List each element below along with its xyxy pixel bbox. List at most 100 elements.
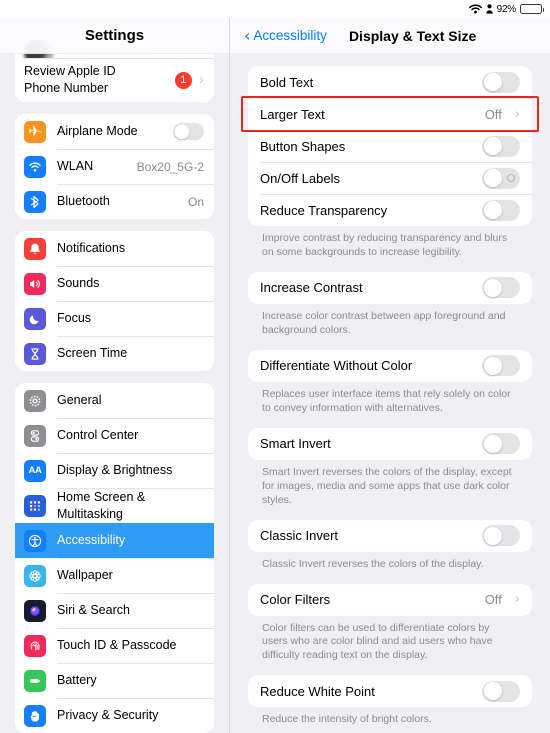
toggle-switch[interactable] bbox=[482, 71, 520, 93]
toggle-switch[interactable] bbox=[482, 680, 520, 702]
sidebar-item-label: General bbox=[57, 393, 102, 408]
sidebar-scroll-area[interactable]: Review Apple ID Phone Number 1 › Airplan… bbox=[0, 40, 229, 733]
sidebar-item-label: Notifications bbox=[57, 241, 126, 256]
setting-row-smart-invert[interactable]: Smart Invert bbox=[248, 428, 532, 460]
setting-row-classic-invert[interactable]: Classic Invert bbox=[248, 520, 532, 552]
sidebar-header: Settings bbox=[0, 18, 229, 54]
sidebar-item-value: Box20_5G-2 bbox=[136, 159, 204, 174]
sidebar-item-sounds[interactable]: Sounds bbox=[15, 266, 214, 301]
toggle-switch[interactable] bbox=[482, 433, 520, 455]
setting-value: Off bbox=[484, 106, 502, 122]
toggle-knob bbox=[483, 169, 502, 187]
settings-group: Reduce White Point bbox=[248, 675, 532, 708]
chevron-right-icon: › bbox=[514, 592, 520, 608]
wallpaper-icon bbox=[24, 564, 46, 587]
settings-group: Bold Text Larger Text Off › Button Shapes On/… bbox=[248, 66, 532, 226]
chevron-right-icon: › bbox=[198, 72, 204, 88]
setting-label: Button Shapes bbox=[260, 138, 346, 154]
sidebar-item-focus[interactable]: Focus bbox=[15, 301, 214, 336]
settings-group: Color Filters Off › bbox=[248, 583, 532, 616]
sidebar-title: Settings bbox=[84, 27, 145, 44]
chevron-left-icon: ‹ bbox=[244, 25, 251, 45]
setting-row-reduce-white-point[interactable]: Reduce White Point bbox=[248, 675, 532, 707]
settings-group: Classic Invert bbox=[248, 519, 532, 552]
setting-label: Classic Invert bbox=[260, 528, 339, 544]
sidebar-item-touch-id-passcode[interactable]: Touch ID & Passcode bbox=[15, 628, 214, 663]
settings-group: Increase Contrast bbox=[248, 271, 532, 304]
setting-row-color-filters[interactable]: Color Filters Off › bbox=[248, 584, 532, 616]
sidebar-item-notifications[interactable]: Notifications bbox=[15, 231, 214, 266]
setting-row-on-off-labels[interactable]: On/Off Labels bbox=[248, 162, 532, 194]
notification-badge: 1 bbox=[174, 71, 192, 89]
setting-label: On/Off Labels bbox=[260, 170, 340, 186]
touch-id-icon bbox=[24, 634, 46, 657]
review-apple-id-row[interactable]: Review Apple ID Phone Number 1 › bbox=[15, 58, 214, 102]
sidebar-item-siri-search[interactable]: Siri & Search bbox=[15, 593, 214, 628]
control-center-icon bbox=[24, 424, 46, 447]
back-button-label: Accessibility bbox=[253, 28, 327, 43]
toggle-switch[interactable] bbox=[482, 167, 520, 189]
setting-row-increase-contrast[interactable]: Increase Contrast bbox=[248, 272, 532, 304]
person-icon bbox=[485, 4, 493, 14]
home-screen-icon bbox=[24, 494, 46, 517]
setting-label: Larger Text bbox=[260, 106, 325, 122]
section-footnote: Increase color contrast between app fore… bbox=[262, 309, 506, 336]
ipad-settings-screen: 92% Settings Review Apple ID Phone Numbe… bbox=[0, 0, 550, 733]
sidebar-item-label: Touch ID & Passcode bbox=[57, 638, 177, 653]
toggle-knob bbox=[174, 124, 189, 139]
setting-row-differentiate-without-color[interactable]: Differentiate Without Color bbox=[248, 350, 532, 382]
sidebar-item-general[interactable]: General bbox=[15, 383, 214, 418]
toggle-switch[interactable] bbox=[482, 135, 520, 157]
sidebar-item-privacy-security[interactable]: Privacy & Security bbox=[15, 698, 214, 733]
page-title: Display & Text Size bbox=[348, 27, 477, 44]
sidebar-item-display-brightness[interactable]: AA Display & Brightness bbox=[15, 453, 214, 488]
sidebar-item-wallpaper[interactable]: Wallpaper bbox=[15, 558, 214, 593]
toggle-switch[interactable] bbox=[482, 199, 520, 221]
setting-row-button-shapes[interactable]: Button Shapes bbox=[248, 130, 532, 162]
sidebar-item-home-screen-multitasking[interactable]: Home Screen & Multitasking bbox=[15, 488, 214, 523]
battery-icon bbox=[520, 4, 544, 14]
sidebar-item-value: On bbox=[187, 194, 204, 209]
sidebar-item-battery[interactable]: Battery bbox=[15, 663, 214, 698]
setting-label: Reduce White Point bbox=[260, 683, 375, 699]
sidebar-item-label: Airplane Mode bbox=[57, 124, 138, 139]
section-footnote: Reduce the intensity of bright colors. bbox=[262, 713, 432, 726]
chevron-right-icon: › bbox=[514, 106, 520, 122]
sidebar-groups[interactable]: Airplane Mode WLAN Box20_5G-2 Bluetooth On No… bbox=[15, 114, 214, 733]
settings-sidebar[interactable]: Settings Review Apple ID Phone Number 1 bbox=[0, 18, 230, 733]
toggle-switch[interactable] bbox=[482, 277, 520, 299]
sidebar-item-control-center[interactable]: Control Center bbox=[15, 418, 214, 453]
sidebar-item-bluetooth[interactable]: Bluetooth On bbox=[15, 184, 214, 219]
toggle-switch[interactable] bbox=[482, 525, 520, 547]
sidebar-item-label: Siri & Search bbox=[57, 603, 130, 618]
sidebar-item-wlan[interactable]: WLAN Box20_5G-2 bbox=[15, 149, 214, 184]
detail-header: ‹ Accessibility Display & Text Size bbox=[230, 18, 550, 54]
sidebar-item-accessibility[interactable]: Accessibility bbox=[15, 523, 214, 558]
setting-row-bold-text[interactable]: Bold Text bbox=[248, 66, 532, 98]
setting-row-reduce-transparency[interactable]: Reduce Transparency bbox=[248, 194, 532, 226]
toggle-knob bbox=[483, 434, 502, 453]
toggle-knob bbox=[483, 278, 502, 297]
setting-row-larger-text[interactable]: Larger Text Off › bbox=[248, 98, 532, 130]
sidebar-item-label: Display & Brightness bbox=[57, 463, 173, 478]
bell-icon bbox=[24, 237, 46, 260]
sidebar-group: Notifications Sounds Focus Screen Time bbox=[15, 231, 214, 371]
off-label-icon bbox=[507, 174, 515, 182]
settings-list[interactable]: Bold Text Larger Text Off › Button Shapes On/… bbox=[230, 54, 550, 733]
back-button[interactable]: ‹ Accessibility bbox=[244, 25, 327, 45]
setting-label: Bold Text bbox=[260, 74, 314, 90]
toggle-switch[interactable] bbox=[172, 122, 204, 141]
sidebar-item-airplane-mode[interactable]: Airplane Mode bbox=[15, 114, 214, 149]
settings-group: Smart Invert bbox=[248, 427, 532, 460]
toggle-switch[interactable] bbox=[482, 355, 520, 377]
section-footnote: Improve contrast by reducing transparenc… bbox=[262, 232, 508, 258]
sidebar-item-label: Bluetooth bbox=[57, 194, 110, 209]
sidebar-item-label: Battery bbox=[57, 673, 97, 688]
airplane-icon bbox=[24, 120, 46, 143]
sidebar-item-screen-time[interactable]: Screen Time bbox=[15, 336, 214, 371]
